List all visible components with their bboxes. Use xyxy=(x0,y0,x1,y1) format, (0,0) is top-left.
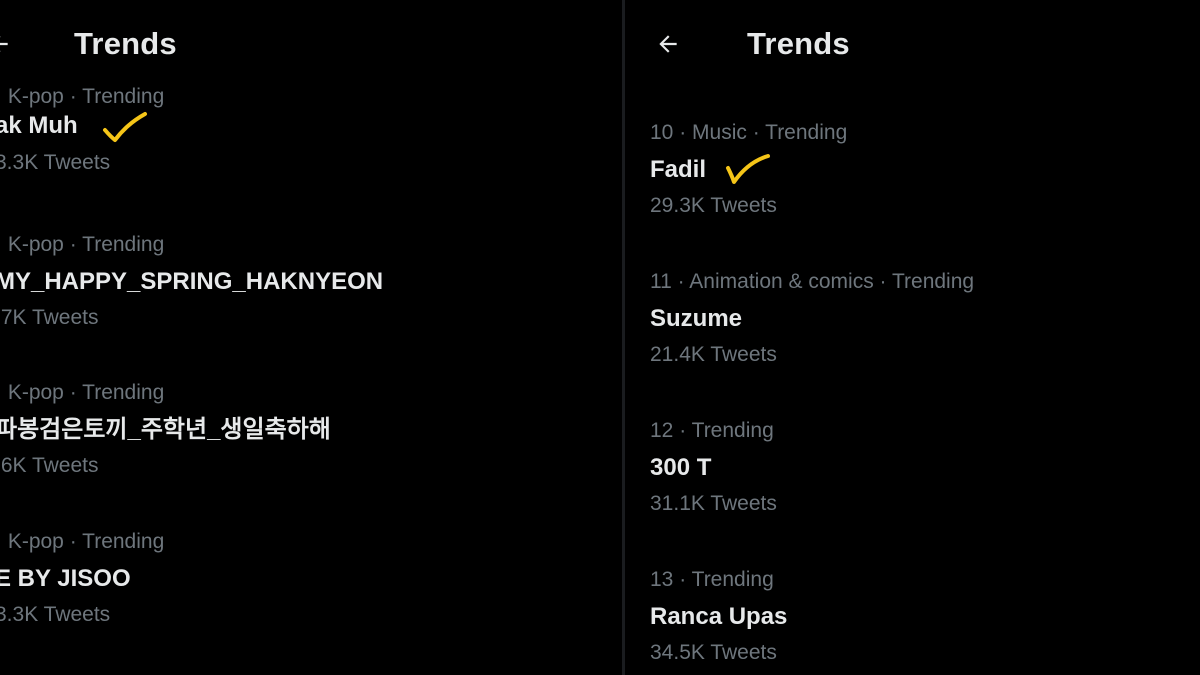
screenshot-stage: Trends · K-pop · Trending ak Muh 3.3K Tw… xyxy=(0,0,1200,675)
trend-meta: · K-pop · Trending xyxy=(0,381,165,404)
trend-count: .7K Tweets xyxy=(0,306,99,329)
trend-meta: 12 · Trending xyxy=(650,419,774,442)
trend-name: Ranca Upas xyxy=(650,603,788,630)
trend-name: 파봉검은토끼_주학년_생일축하해 xyxy=(0,416,331,443)
panel-header: Trends xyxy=(0,22,177,66)
trend-count: 3.3K Tweets xyxy=(0,603,111,626)
trend-name: E BY JISOO xyxy=(0,565,131,592)
trend-count: 29.3K Tweets xyxy=(650,194,777,217)
trend-name: ak Muh xyxy=(0,112,147,142)
trends-panel-right: Trends 10 · Music · Trending Fadil 29.3K… xyxy=(625,0,1200,675)
trend-meta: 13 · Trending xyxy=(650,568,774,591)
trend-item[interactable]: 11 · Animation & comics · Trending Suzum… xyxy=(650,270,974,367)
trend-count: 3.3K Tweets xyxy=(0,151,111,174)
trend-name: MY_HAPPY_SPRING_HAKNYEON xyxy=(0,268,384,295)
panel-header: Trends xyxy=(655,22,850,66)
trend-count: .6K Tweets xyxy=(0,454,99,477)
trend-count: 34.5K Tweets xyxy=(650,641,777,664)
trend-count: 21.4K Tweets xyxy=(650,343,777,366)
trend-name: Suzume xyxy=(650,305,743,332)
trend-name: Fadil xyxy=(650,154,770,184)
page-title: Trends xyxy=(747,26,850,61)
trend-item[interactable]: 12 · Trending 300 T 31.1K Tweets xyxy=(650,419,777,516)
trend-meta: · K-pop · Trending xyxy=(0,530,165,553)
back-arrow-icon[interactable] xyxy=(655,31,681,57)
trend-meta: 11 · Animation & comics · Trending xyxy=(650,270,975,293)
trend-meta: 10 · Music · Trending xyxy=(650,121,848,144)
trend-meta: · K-pop · Trending xyxy=(0,233,165,256)
trend-count: 31.1K Tweets xyxy=(650,492,777,515)
trend-item[interactable]: · K-pop · Trending E BY JISOO 3.3K Tweet… xyxy=(0,530,164,627)
checkmark-annotation-icon xyxy=(726,154,770,184)
trend-item[interactable]: 10 · Music · Trending Fadil 29.3K Tweets xyxy=(650,121,847,218)
trend-meta: · K-pop · Trending xyxy=(0,85,165,108)
page-title: Trends xyxy=(74,26,177,61)
trend-item[interactable]: 13 · Trending Ranca Upas 34.5K Tweets xyxy=(650,568,787,665)
back-arrow-icon[interactable] xyxy=(0,31,12,57)
trend-item[interactable]: · K-pop · Trending MY_HAPPY_SPRING_HAKNY… xyxy=(0,233,383,330)
trend-item[interactable]: · K-pop · Trending 파봉검은토끼_주학년_생일축하해 .6K … xyxy=(0,381,331,478)
trend-name: 300 T xyxy=(650,454,712,481)
checkmark-annotation-icon xyxy=(103,112,147,142)
trend-item[interactable]: · K-pop · Trending ak Muh 3.3K Tweets xyxy=(0,85,164,175)
trends-panel-left: Trends · K-pop · Trending ak Muh 3.3K Tw… xyxy=(0,0,622,675)
